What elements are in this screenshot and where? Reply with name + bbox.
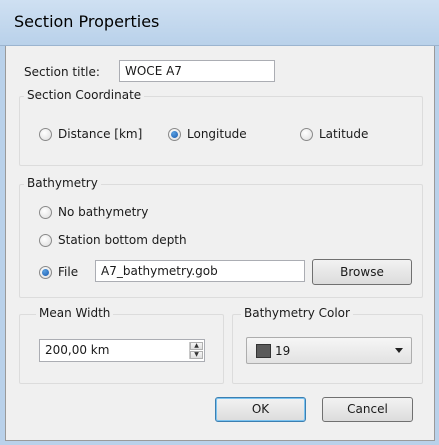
radio-file[interactable] [39, 266, 52, 279]
radio-longitude[interactable] [168, 128, 181, 141]
mean-width-input[interactable]: 200,00 km ▲ ▼ [39, 339, 205, 362]
radio-station-bottom-depth-label[interactable]: Station bottom depth [58, 233, 187, 247]
bathymetry-group-title: Bathymetry [24, 176, 101, 190]
mean-width-value: 200,00 km [45, 343, 110, 357]
spin-down-icon[interactable]: ▼ [190, 351, 203, 359]
ok-button[interactable]: OK [215, 397, 306, 422]
color-swatch [256, 344, 271, 358]
radio-file-label[interactable]: File [58, 265, 78, 279]
section-title-input[interactable]: WOCE A7 [119, 60, 275, 82]
mean-width-spinner[interactable]: ▲ ▼ [189, 342, 203, 359]
bathymetry-color-group-title: Bathymetry Color [241, 306, 353, 320]
radio-station-bottom-depth[interactable] [39, 234, 52, 247]
chevron-down-icon [395, 348, 403, 353]
browse-button[interactable]: Browse [312, 259, 412, 285]
window-frame-right [435, 46, 439, 445]
bathymetry-color-value: 19 [275, 344, 291, 358]
section-title-label: Section title: [24, 65, 100, 79]
bathymetry-file-input[interactable]: A7_bathymetry.gob [95, 260, 305, 282]
radio-latitude-label[interactable]: Latitude [319, 127, 368, 141]
radio-distance-label[interactable]: Distance [km] [58, 127, 142, 141]
window-title: Section Properties [14, 12, 160, 31]
mean-width-group-title: Mean Width [36, 306, 114, 320]
dialog-body: Section title: WOCE A7 Section Coordinat… [5, 46, 435, 441]
radio-longitude-label[interactable]: Longitude [187, 127, 247, 141]
section-coordinate-group-title: Section Coordinate [24, 88, 145, 102]
radio-distance[interactable] [39, 128, 52, 141]
radio-selected-dot [42, 269, 49, 276]
radio-no-bathymetry[interactable] [39, 206, 52, 219]
title-bar[interactable]: Section Properties [0, 0, 439, 46]
radio-selected-dot [171, 131, 178, 138]
bathymetry-color-dropdown[interactable]: 19 [246, 337, 412, 364]
cancel-button[interactable]: Cancel [322, 397, 413, 422]
window-frame-bottom [0, 441, 439, 445]
radio-no-bathymetry-label[interactable]: No bathymetry [58, 205, 148, 219]
spin-up-icon[interactable]: ▲ [190, 342, 203, 350]
radio-latitude[interactable] [300, 128, 313, 141]
